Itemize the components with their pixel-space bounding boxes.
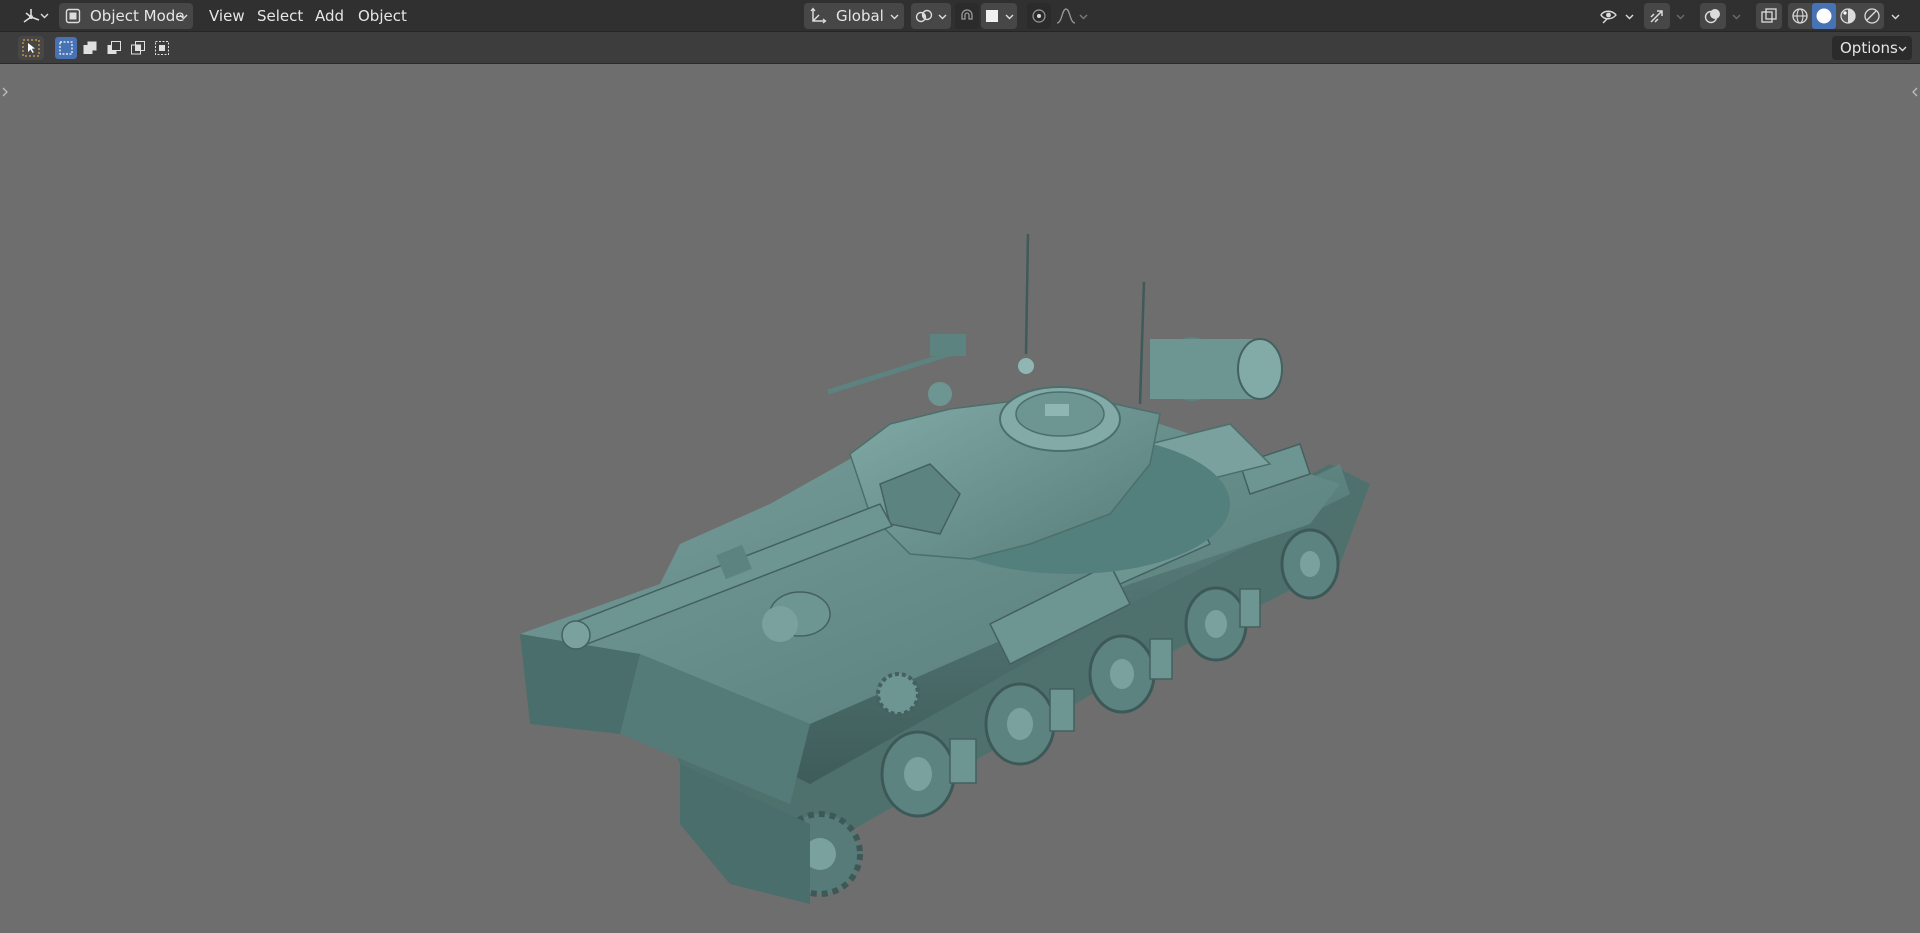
shading-solid-button[interactable] xyxy=(1812,3,1836,29)
options-label: Options xyxy=(1840,39,1898,57)
overlays-options-dropdown[interactable] xyxy=(1728,3,1744,29)
menu-view[interactable]: View xyxy=(203,4,251,28)
transform-orientation-dropdown[interactable]: Global xyxy=(804,3,904,29)
active-tool-button[interactable] xyxy=(18,36,44,60)
pivot-point-dropdown[interactable] xyxy=(911,3,951,29)
solid-sphere-icon xyxy=(1815,7,1833,25)
magnet-snap-icon xyxy=(959,8,975,24)
chevron-down-icon xyxy=(1732,12,1741,21)
eye-visibility-icon xyxy=(1599,7,1619,25)
chevron-right-icon xyxy=(1,86,9,98)
snap-target-dropdown[interactable] xyxy=(981,3,1017,29)
snap-square-icon xyxy=(984,8,1000,24)
object-cube-icon xyxy=(64,7,82,25)
shading-material-button[interactable] xyxy=(1836,3,1860,29)
tool-header: Options xyxy=(0,32,1920,64)
rendered-sphere-icon xyxy=(1863,7,1881,25)
toolbar-expand-toggle[interactable] xyxy=(0,82,10,102)
xray-toggle-icon xyxy=(1760,7,1778,25)
3d-viewport[interactable] xyxy=(0,64,1920,933)
chevron-down-icon xyxy=(1676,12,1685,21)
chevron-down-icon xyxy=(938,12,947,21)
viewport-header: Object Mode View Select Add Object Globa… xyxy=(0,0,1920,32)
select-new-icon xyxy=(58,40,74,56)
overlays-toggle[interactable] xyxy=(1700,3,1726,29)
tank-model-icon[interactable] xyxy=(510,164,1390,924)
mode-label: Object Mode xyxy=(90,7,185,25)
select-invert-icon xyxy=(154,40,170,56)
gizmo-toggle[interactable] xyxy=(1644,3,1670,29)
falloff-dropdown[interactable] xyxy=(1053,3,1089,29)
menu-select[interactable]: Select xyxy=(251,4,309,28)
falloff-curve-icon xyxy=(1056,7,1076,25)
chevron-down-icon xyxy=(890,12,899,21)
material-sphere-icon xyxy=(1839,7,1857,25)
chevron-left-icon xyxy=(1911,86,1919,98)
chevron-down-icon xyxy=(1079,12,1088,21)
orientation-axes-icon xyxy=(809,7,827,25)
proportional-edit-icon xyxy=(1031,8,1047,24)
chevron-down-icon xyxy=(1005,12,1014,21)
select-box-cursor-icon xyxy=(21,38,41,58)
wireframe-sphere-icon xyxy=(1791,7,1809,25)
xray-toggle[interactable] xyxy=(1756,3,1782,29)
select-mode-subtract[interactable] xyxy=(103,37,125,59)
chevron-down-icon xyxy=(1625,12,1634,21)
select-mode-extend[interactable] xyxy=(79,37,101,59)
chevron-down-icon xyxy=(179,12,188,21)
select-intersect-icon xyxy=(130,40,146,56)
select-subtract-icon xyxy=(106,40,122,56)
axis-gizmo-icon xyxy=(21,7,41,25)
select-mode-intersect[interactable] xyxy=(127,37,149,59)
shading-rendered-button[interactable] xyxy=(1860,3,1884,29)
select-extend-icon xyxy=(82,40,98,56)
chevron-down-icon xyxy=(40,11,49,20)
orientation-label: Global xyxy=(836,7,884,25)
overlays-circles-icon xyxy=(1704,7,1722,25)
gizmo-options-dropdown[interactable] xyxy=(1672,3,1688,29)
options-dropdown[interactable]: Options xyxy=(1832,36,1912,60)
proportional-edit-toggle[interactable] xyxy=(1027,3,1051,29)
shading-wireframe-button[interactable] xyxy=(1788,3,1812,29)
menu-object[interactable]: Object xyxy=(352,4,413,28)
menu-add[interactable]: Add xyxy=(309,4,350,28)
pivot-point-icon xyxy=(914,7,934,25)
gizmo-arrow-icon xyxy=(1648,7,1666,25)
object-mode-dropdown[interactable]: Object Mode xyxy=(59,3,193,29)
chevron-down-icon xyxy=(1891,12,1900,21)
snap-toggle[interactable] xyxy=(955,3,979,29)
chevron-down-icon xyxy=(1898,44,1907,53)
select-mode-invert[interactable] xyxy=(151,37,173,59)
shading-options-dropdown[interactable] xyxy=(1887,3,1903,29)
editor-type-button[interactable] xyxy=(12,3,50,29)
sidebar-expand-toggle[interactable] xyxy=(1910,82,1920,102)
select-mode-set[interactable] xyxy=(55,37,77,59)
object-visibility-dropdown[interactable] xyxy=(1599,3,1637,29)
